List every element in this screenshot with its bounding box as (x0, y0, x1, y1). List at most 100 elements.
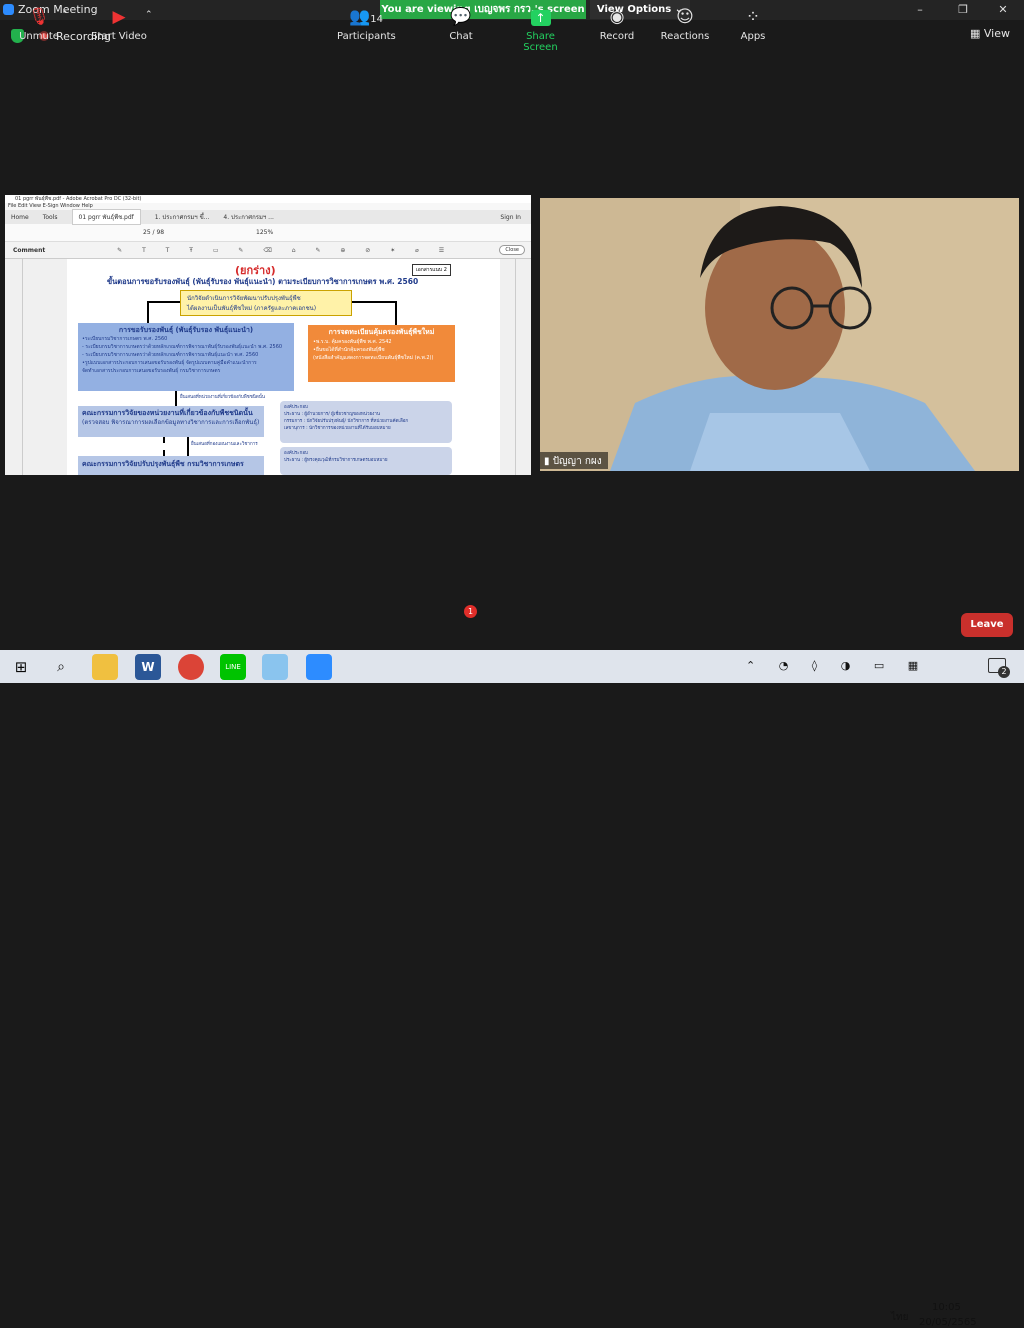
sign-in-link: Sign In (500, 213, 521, 221)
share-screen-label: Share Screen (523, 31, 558, 53)
registration-line: •พ.ร.บ. คุ้มครองพันธุ์พืช พ.ศ. 2542 (313, 339, 392, 345)
composition-line: เลขานุการ : นักวิชาการของหน่วยงานที่ได้ร… (284, 426, 391, 431)
video-off-icon: ▶ (112, 7, 126, 27)
participant-name-tag: ▮ ปัญญา กผง (540, 452, 608, 469)
share-screen-button[interactable]: ↑ Share Screen (509, 7, 572, 53)
composition-line: ประธาน : ผู้อำนวยการ/ ผู้เชี่ยวชาญของหน่… (284, 412, 380, 417)
view-button[interactable]: ▦ View (970, 27, 1010, 40)
chat-button[interactable]: 💬 Chat (447, 7, 475, 42)
reactions-button[interactable]: ☺ Reactions (660, 7, 710, 42)
connector-line (352, 301, 396, 303)
registration-line: (หนังสือสำคัญแสดงการจดทะเบียนพันธุ์พืชให… (313, 355, 434, 361)
chat-label: Chat (449, 31, 473, 42)
participants-button[interactable]: 👥14 Participants (337, 7, 396, 42)
participant-image (540, 198, 1019, 471)
record-button[interactable]: ◉ Record (598, 7, 636, 42)
shared-screen: 01 pgrr พันธุ์พืช.pdf - Adobe Acrobat Pr… (5, 195, 531, 475)
composition-line: องค์ประกอบ (284, 405, 308, 410)
word-icon[interactable]: W (135, 654, 161, 680)
certification-box: การขอรับรองพันธุ์ (พันธุ์รับรอง พันธุ์แน… (78, 323, 294, 391)
record-label: Record (599, 31, 635, 42)
microphone-muted-icon: 🎙 (28, 7, 50, 27)
research-committee-sub: (ตรวจสอบ พิจารณาการผลเลือกข้อมูลทางวิชาก… (82, 419, 260, 426)
chevron-up-icon: ⌃ (484, 10, 492, 20)
participant-name: ปัญญา กผง (552, 456, 602, 467)
smiley-icon: ☺ (676, 7, 694, 27)
search-icon[interactable]: ⌕ (48, 654, 74, 680)
doc-subtitle: ขั้นตอนการขอรับรองพันธุ์ (พันธุ์รับรอง พ… (107, 277, 419, 286)
arrow-label: ยื่นเสนอที่กองแผนงานและวิชาการ (191, 442, 258, 447)
grid-icon: ▦ (970, 27, 984, 40)
leave-button[interactable]: Leave (961, 613, 1013, 637)
chat-icon: 💬 (450, 7, 472, 27)
arrow-down (147, 301, 149, 323)
researcher-line-1: นักวิจัยดำเนินการวิจัยพัฒนาปรับปรุงพันธุ… (187, 295, 301, 302)
pdf-comment-bar: Comment ✎ T T Ŧ ▭ ✎ ⌫ ⌂ ✎ ⊕ ⊘ ✶ ⌀ ☰ (5, 242, 531, 259)
zoom-icon (3, 4, 14, 15)
tab-document-1: 01 pgrr พันธุ์พืช.pdf (71, 209, 141, 225)
clock-date[interactable]: 20/05/2565 (919, 1317, 977, 1328)
participants-label: Participants (337, 31, 396, 42)
certification-line: •รูปแบบเอกสารประกอบการเสนอขอรับรองพันธุ์… (82, 360, 257, 366)
breeding-committee-box: คณะกรรมการวิจัยปรับปรุงพันธุ์พืช กรมวิชา… (78, 456, 264, 475)
chrome-icon[interactable] (178, 654, 204, 680)
start-video-label: Start Video (91, 31, 147, 42)
chevron-up-icon: ⌃ (407, 10, 415, 20)
unmute-button[interactable]: 🎙 Unmute (18, 7, 60, 42)
composition-line: กรรมการ : นักวิจัยปรับปรุงพันธุ์/ นักวิช… (284, 419, 409, 424)
reactions-label: Reactions (660, 31, 710, 42)
audio-options-caret[interactable]: ⌃ (61, 10, 69, 20)
research-committee-box: คณะกรรมการวิจัยของหน่วยงานที่เกี่ยวข้องก… (78, 406, 264, 437)
chat-caret[interactable]: ⌃ (484, 10, 492, 20)
zoom-level: 125% (256, 229, 274, 236)
paint-icon[interactable] (262, 654, 288, 680)
page-number: 25 / 98 (143, 229, 165, 236)
minimize-button[interactable]: – (905, 1, 935, 18)
language-indicator[interactable]: ไทย (891, 1310, 908, 1325)
apps-label: Apps (740, 31, 766, 42)
certification-heading: การขอรับรองพันธุ์ (พันธุ์รับรอง พันธุ์แน… (118, 326, 254, 334)
tab-document-2: 1. ประกาศกรมฯ ขึ้... (154, 214, 210, 221)
chevron-up-icon: ⌃ (61, 10, 69, 20)
composition-line: ประธาน : ผู้ทรงคุณวุฒิที่กรมวิชาการเกษตร… (284, 458, 388, 463)
arrow-label: ยื่นเสนอที่หน่วยงานที่เกี่ยวข้องกับพืชชน… (180, 395, 265, 400)
file-explorer-icon[interactable] (92, 654, 118, 680)
apps-button[interactable]: ⁘ Apps (738, 7, 768, 42)
record-icon: ◉ (609, 7, 625, 27)
researcher-line-2: ได้ผลงานเป็นพันธุ์พืชใหม่ (ภาครัฐและภาคเ… (187, 305, 317, 312)
doc-attachment-label: เอกสารแนบ 2 (412, 264, 451, 276)
tray-icons[interactable]: ⌃ ◔ ◊ ◑ ▭ ▦ (746, 659, 928, 672)
comment-tools-icon: ✎ T T Ŧ ▭ ✎ ⌫ ⌂ ✎ ⊕ ⊘ ✶ ⌀ ☰ (117, 247, 454, 254)
video-options-caret[interactable]: ⌃ (145, 10, 153, 20)
arrow-down (395, 301, 397, 325)
chevron-up-icon: ⌃ (145, 10, 153, 20)
research-committee-heading: คณะกรรมการวิจัยของหน่วยงานที่เกี่ยวข้องก… (82, 409, 253, 417)
participants-caret[interactable]: ⌃ (407, 10, 415, 20)
certification-line: จัดทำเอกสารประกอบการเสนอขอรับรองพันธุ์ ก… (82, 368, 221, 374)
arrow-up-dashed (163, 437, 165, 456)
share-screen-icon: ↑ (509, 7, 572, 27)
participant-video[interactable] (540, 198, 1019, 471)
zoom-taskbar-icon[interactable] (306, 654, 332, 680)
certification-line: - ระเบียบกรมวิชาการเกษตรว่าด้วยหลักเกณฑ์… (82, 344, 283, 350)
pdf-toolbar: 25 / 98 125% (5, 224, 531, 242)
meeting-toolbar (0, 600, 1024, 650)
pdf-left-panel (5, 259, 23, 475)
clock-time[interactable]: 10:05 (932, 1302, 961, 1313)
participants-count: 14 (370, 14, 383, 25)
unmute-label: Unmute (19, 31, 59, 42)
chat-badge: 1 (464, 605, 477, 618)
close-button[interactable]: ✕ (988, 1, 1018, 18)
pdf-page: (ยกร่าง) เอกสารแนบ 2 ขั้นตอนการขอรับรองพ… (67, 259, 500, 475)
start-video-button[interactable]: ▶ Start Video (90, 7, 148, 42)
line-icon[interactable]: LINE (220, 654, 246, 680)
arrow-down (187, 437, 189, 456)
windows-taskbar: ⊞ ⌕ W LINE ⌃ ◔ ◊ ◑ ▭ ▦ ไทย 10:05 20/05/2… (0, 650, 1024, 1328)
maximize-button[interactable]: ❐ (948, 1, 978, 18)
certification-line: - ระเบียบกรมวิชาการเกษตรว่าด้วยหลักเกณฑ์… (82, 352, 259, 358)
windows-start-icon[interactable]: ⊞ (8, 654, 34, 680)
connector-line (147, 301, 180, 303)
notification-count: 2 (998, 666, 1010, 678)
composition-box: องค์ประกอบ ประธาน : ผู้อำนวยการ/ ผู้เชี่… (280, 401, 452, 443)
apps-icon: ⁘ (745, 7, 761, 27)
